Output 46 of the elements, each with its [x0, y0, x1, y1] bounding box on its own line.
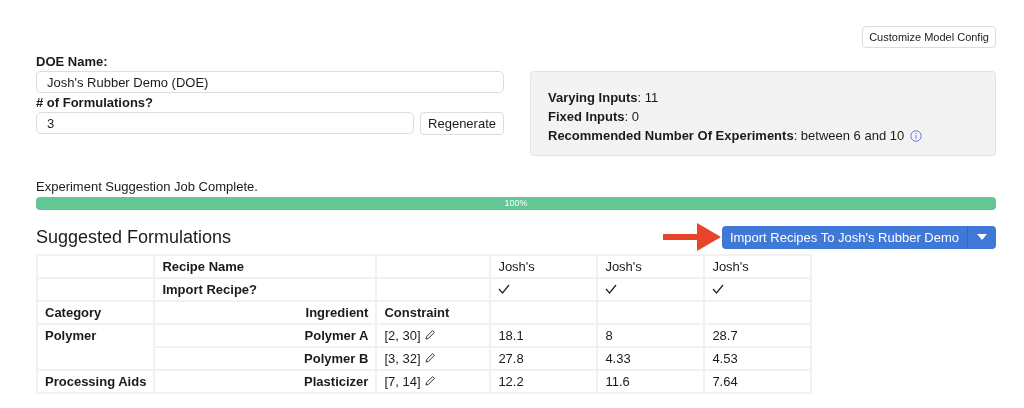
caret-icon — [977, 234, 987, 240]
table-cell: Processing Aids — [37, 370, 155, 393]
field-label: DOE Name: — [36, 54, 109, 69]
field-label: # of Formulations? — [36, 95, 154, 110]
progress-reading: 100% — [504, 197, 528, 210]
table-cell: Recipe Name — [154, 255, 377, 278]
table-cell: 12.2 — [490, 370, 598, 393]
section-heading: Suggested Formulations — [36, 226, 232, 248]
table-cell: 28.7 — [704, 324, 812, 347]
info-icon[interactable] — [910, 129, 923, 142]
check-icon[interactable] — [498, 284, 511, 294]
table-cell: 18.1 — [490, 324, 598, 347]
pencil-icon[interactable] — [423, 375, 436, 387]
regenerate-button[interactable]: Regenerate — [420, 112, 504, 135]
table-cell: Constraint — [376, 301, 491, 324]
doe-name-field[interactable]: Josh's Rubber Demo (DOE) — [36, 71, 504, 93]
table-cell: Plasticizer — [154, 370, 377, 393]
customize-model-config-button[interactable]: Customize Model Config — [862, 26, 996, 48]
annotation-arrow — [662, 223, 721, 251]
table-cell: 11.6 — [597, 370, 705, 393]
pencil-icon[interactable] — [423, 329, 436, 341]
table-cell: 8 — [597, 324, 705, 347]
table-cell: Ingredient — [154, 301, 377, 324]
summary-text: Recommended Number Of Experiments: between 6 and 10 — [548, 127, 905, 145]
table-cell: Import Recipe? — [154, 278, 377, 301]
table-cell: [7, 14] — [384, 374, 421, 389]
table-cell: 27.8 — [490, 347, 598, 370]
table-cell: Category — [37, 301, 155, 324]
table-cell: Polymer A — [154, 324, 377, 347]
summary-text: Varying Inputs: 11 — [548, 89, 659, 107]
pencil-icon[interactable] — [423, 352, 436, 364]
table-cell: Polymer — [37, 324, 155, 347]
formulations-field[interactable]: 3 — [36, 112, 415, 134]
summary-text: Fixed Inputs: 0 — [548, 108, 640, 126]
check-icon[interactable] — [712, 284, 725, 294]
check-icon[interactable] — [605, 284, 618, 294]
table-cell: 4.33 — [597, 347, 705, 370]
job-status-text: Experiment Suggestion Job Complete. — [36, 179, 259, 194]
table-cell: [2, 30] — [384, 328, 421, 343]
table-cell: Josh's — [704, 255, 812, 278]
table-cell: [3, 32] — [384, 351, 421, 366]
table-cell: Josh's — [490, 255, 598, 278]
table-cell: 4.53 — [704, 347, 812, 370]
table-cell: Polymer B — [154, 347, 377, 370]
table-cell: 7.64 — [704, 370, 812, 393]
table-cell: Josh's — [597, 255, 705, 278]
